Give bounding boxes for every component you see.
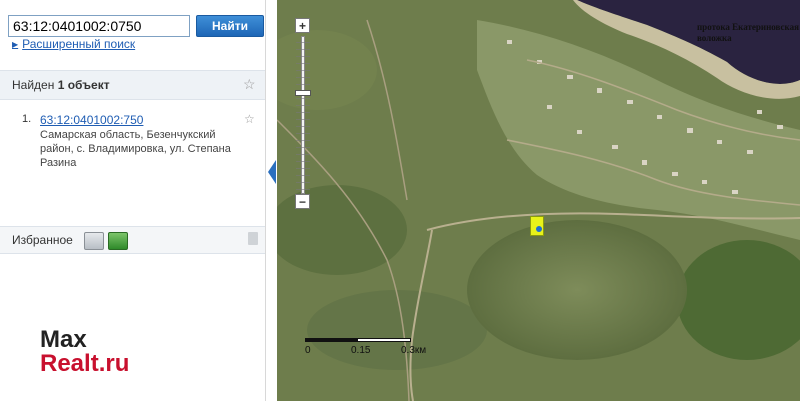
advanced-search-label: Расширенный поиск [22, 37, 136, 51]
zoom-slider-handle[interactable] [295, 90, 311, 96]
favorites-bar: Избранное [0, 226, 265, 254]
zoom-out-button[interactable]: − [295, 194, 310, 209]
trash-icon[interactable] [248, 232, 258, 245]
parcel-marker[interactable] [530, 216, 544, 236]
watermark-logo: Max Realt.ru [40, 326, 130, 377]
scale-label-start: 0 [305, 345, 311, 356]
satellite-map[interactable]: + − протока Екатериновская воложка 0 0.1… [277, 0, 800, 401]
left-panel: Найти ▶ Расширенный поиск Найден 1 объек… [0, 0, 266, 401]
result-number: 1. [22, 113, 32, 125]
find-button[interactable]: Найти [196, 15, 264, 37]
export-icon[interactable] [84, 232, 104, 250]
result-cadastral-link[interactable]: 63:12:0401002:750 [40, 113, 143, 127]
scale-label-mid: 0.15 [351, 345, 371, 356]
found-count-text: Найден 1 объект [12, 78, 110, 92]
zoom-control: + − [295, 18, 311, 210]
result-address: Самарская область, Безенчукский район, с… [40, 129, 231, 169]
scale-label-end: 0.3км [401, 345, 427, 356]
star-icon[interactable]: ☆ [243, 76, 256, 93]
zoom-in-button[interactable]: + [295, 18, 310, 33]
water-body-label: протока Екатериновская воложка [697, 22, 799, 43]
cadastral-search-input[interactable] [8, 15, 190, 37]
zoom-ticks [296, 36, 310, 194]
scale-segment [305, 338, 358, 342]
map-scale-bar: 0 0.15 0.3км [305, 334, 426, 356]
collapse-panel-arrow-icon[interactable] [268, 160, 276, 184]
excel-export-icon[interactable] [108, 232, 128, 250]
star-icon[interactable]: ☆ [244, 112, 255, 126]
favorites-label: Избранное [12, 233, 73, 247]
triangle-right-icon: ▶ [12, 39, 19, 49]
results-header: Найден 1 объект ☆ [0, 70, 265, 100]
advanced-search-link[interactable]: ▶ Расширенный поиск [12, 37, 135, 51]
